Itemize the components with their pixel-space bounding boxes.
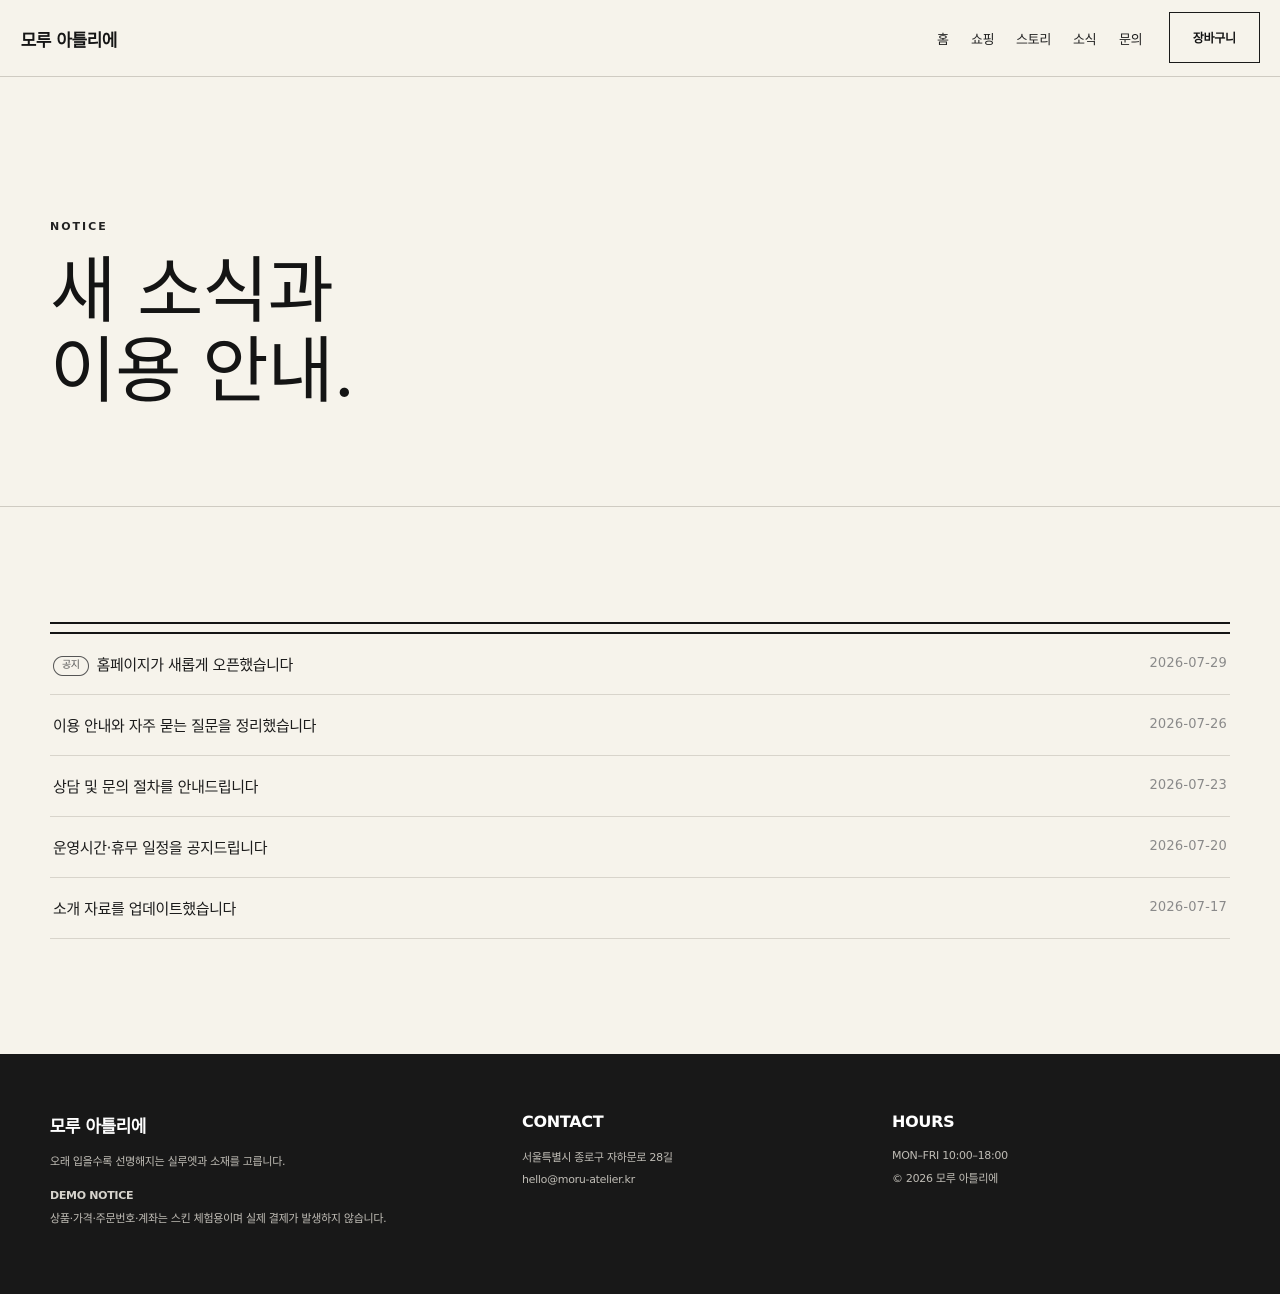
notice-row[interactable]: 이용 안내와 자주 묻는 질문을 정리했습니다 2026-07-26 bbox=[50, 695, 1230, 756]
notice-title[interactable]: 이용 안내와 자주 묻는 질문을 정리했습니다 bbox=[53, 715, 316, 736]
hero-section: NOTICE 새 소식과 이용 안내. bbox=[0, 77, 1280, 507]
nav-item-story[interactable]: 스토리 bbox=[1016, 29, 1051, 48]
nav-item-shop[interactable]: 쇼핑 bbox=[971, 29, 995, 48]
notice-row[interactable]: 공지 홈페이지가 새롭게 오픈했습니다 2026-07-29 bbox=[50, 634, 1230, 695]
footer-demo-label: DEMO NOTICE bbox=[50, 1189, 134, 1202]
notice-row[interactable]: 운영시간·휴무 일정을 공지드립니다 2026-07-20 bbox=[50, 817, 1230, 878]
footer-brand: 모루 아틀리에 bbox=[50, 1117, 147, 1137]
notice-date: 2026-07-26 bbox=[1149, 717, 1227, 732]
footer-email[interactable]: hello@moru-atelier.kr bbox=[522, 1173, 673, 1186]
footer-copyright: © 2026 모루 아틀리에 bbox=[892, 1172, 999, 1185]
footer-contact-col: CONTACT 서울특별시 종로구 자하문로 28길 hello@moru-at… bbox=[522, 1112, 673, 1186]
page-title-line1: 새 소식과 bbox=[50, 249, 334, 333]
footer-tagline: 오래 입을수록 선명해지는 실루엣과 소재를 고릅니다. bbox=[50, 1155, 286, 1168]
notice-list-body: 공지 홈페이지가 새롭게 오픈했습니다 2026-07-29 이용 안내와 자주 … bbox=[50, 632, 1230, 939]
notice-title[interactable]: 운영시간·휴무 일정을 공지드립니다 bbox=[53, 837, 268, 858]
nav-item-news[interactable]: 소식 bbox=[1073, 29, 1097, 48]
nav-item-contact[interactable]: 문의 bbox=[1119, 29, 1143, 48]
footer-hours-heading: HOURS bbox=[892, 1112, 955, 1131]
notice-title-wrap: 공지 홈페이지가 새롭게 오픈했습니다 bbox=[53, 654, 293, 676]
notice-row[interactable]: 상담 및 문의 절차를 안내드립니다 2026-07-23 bbox=[50, 756, 1230, 817]
page-title-line2: 이용 안내. bbox=[50, 329, 356, 413]
notice-row[interactable]: 소개 자료를 업데이트했습니다 2026-07-17 bbox=[50, 878, 1230, 939]
footer-contact-heading: CONTACT bbox=[522, 1112, 604, 1131]
nav-item-home[interactable]: 홈 bbox=[937, 29, 949, 48]
notice-list: 공지 홈페이지가 새롭게 오픈했습니다 2026-07-29 이용 안내와 자주 … bbox=[50, 622, 1230, 939]
footer-brand-col: 모루 아틀리에 오래 입을수록 선명해지는 실루엣과 소재를 고릅니다. DEM… bbox=[50, 1112, 387, 1226]
section-eyebrow: NOTICE bbox=[50, 220, 108, 233]
footer-hours-col: HOURS MON–FRI 10:00–18:00 © 2026 모루 아틀리에 bbox=[892, 1112, 1008, 1186]
notice-date: 2026-07-20 bbox=[1149, 839, 1227, 854]
footer-address: 서울특별시 종로구 자하문로 28길 bbox=[522, 1151, 673, 1164]
notice-title[interactable]: 소개 자료를 업데이트했습니다 bbox=[53, 898, 236, 919]
cart-button[interactable]: 장바구니 bbox=[1169, 12, 1260, 63]
footer-hours: MON–FRI 10:00–18:00 bbox=[892, 1149, 1008, 1162]
site-header: 모루 아틀리에 홈 쇼핑 스토리 소식 문의 장바구니 bbox=[0, 0, 1280, 77]
notice-date: 2026-07-17 bbox=[1149, 900, 1227, 915]
notice-title[interactable]: 상담 및 문의 절차를 안내드립니다 bbox=[53, 776, 258, 797]
notice-title[interactable]: 홈페이지가 새롭게 오픈했습니다 bbox=[97, 656, 294, 674]
site-footer: 모루 아틀리에 오래 입을수록 선명해지는 실루엣과 소재를 고릅니다. DEM… bbox=[0, 1054, 1280, 1294]
notice-badge: 공지 bbox=[53, 656, 89, 676]
notice-date: 2026-07-23 bbox=[1149, 778, 1227, 793]
page-title: 새 소식과 이용 안내. bbox=[50, 249, 356, 413]
main-nav: 홈 쇼핑 스토리 소식 문의 bbox=[0, 29, 1280, 49]
footer-demo-text: 상품·가격·주문번호·계좌는 스킨 체험용이며 실제 결제가 발생하지 않습니다… bbox=[50, 1212, 387, 1225]
notice-date: 2026-07-29 bbox=[1149, 656, 1227, 671]
